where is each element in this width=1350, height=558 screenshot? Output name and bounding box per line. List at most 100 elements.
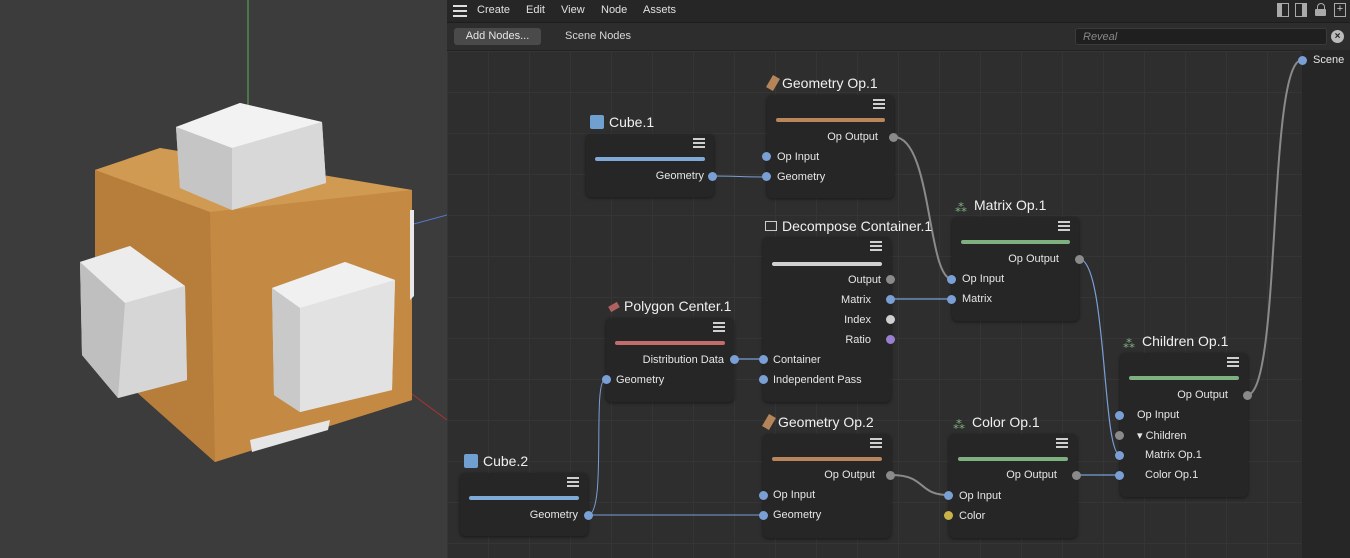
menu-assets[interactable]: Assets (643, 4, 676, 16)
geometry-op1-node[interactable]: Op Output Op Input Geometry (767, 95, 894, 198)
matrix-op-title: ⁂ Matrix Op.1 (955, 197, 1047, 215)
viewport-3d[interactable] (0, 0, 447, 558)
reveal-search-input[interactable]: Reveal (1075, 28, 1327, 45)
toolbar: Add Nodes... Scene Nodes Reveal × (447, 23, 1350, 51)
port-distribution-data: Distribution Data (642, 354, 724, 366)
port-dot[interactable] (944, 491, 953, 500)
port-dot[interactable] (759, 511, 768, 520)
port-dot[interactable] (759, 375, 768, 384)
color-icon: ⁂ (953, 418, 965, 432)
node-menu-icon[interactable] (1058, 221, 1070, 232)
scene-nodes-tab[interactable]: Scene Nodes (565, 30, 631, 42)
cube1-node[interactable]: Geometry (586, 134, 714, 197)
node-menu-icon[interactable] (870, 438, 882, 449)
port-dot[interactable] (584, 511, 593, 520)
port-matrix: Matrix (841, 294, 871, 306)
lock-icon[interactable] (1315, 3, 1327, 17)
menu-node[interactable]: Node (601, 4, 627, 16)
port-dot[interactable] (762, 152, 771, 161)
node-editor[interactable]: Create Edit View Node Assets + Add Nodes… (447, 0, 1350, 558)
node-menu-icon[interactable] (567, 477, 579, 488)
port-dot[interactable] (886, 335, 895, 344)
port-dot[interactable] (1115, 451, 1124, 460)
port-matrix-op: Matrix Op.1 (1145, 449, 1202, 461)
scene-input-dot[interactable] (1298, 56, 1307, 65)
viewport-scene (80, 0, 447, 462)
menu-view[interactable]: View (561, 4, 585, 16)
port-geometry-out: Geometry (529, 509, 578, 521)
port-dot[interactable] (886, 471, 895, 480)
brush-icon (762, 413, 776, 431)
node-menu-icon[interactable] (1056, 438, 1068, 449)
z-axis (409, 214, 447, 226)
port-dot[interactable] (730, 355, 739, 364)
layout-left-icon[interactable] (1277, 3, 1289, 17)
color-op-title: ⁂ Color Op.1 (953, 414, 1040, 432)
port-independent-pass: Independent Pass (773, 374, 862, 386)
port-dot[interactable] (759, 491, 768, 500)
color-op-node[interactable]: Op Output Op Input Color (949, 434, 1077, 538)
port-geometry-out: Geometry (655, 170, 704, 182)
port-color-op: Color Op.1 (1145, 469, 1199, 481)
port-dot[interactable] (759, 355, 768, 364)
port-op-output: Op Output (1177, 389, 1228, 401)
port-op-input: Op Input (777, 151, 820, 163)
node-menu-icon[interactable] (713, 322, 725, 333)
port-dot[interactable] (944, 511, 953, 520)
port-dot[interactable] (1243, 391, 1252, 400)
port-dot[interactable] (602, 375, 611, 384)
decompose-container-node[interactable]: Output Matrix Index Ratio Container Inde… (763, 237, 891, 402)
node-menu-icon[interactable] (1227, 357, 1239, 368)
clear-search-icon[interactable]: × (1331, 30, 1344, 43)
port-dot[interactable] (1115, 411, 1124, 420)
port-dot[interactable] (947, 295, 956, 304)
scene-output-strip (1302, 50, 1350, 558)
scene-label: Scene (1313, 54, 1345, 66)
menu-create[interactable]: Create (477, 4, 510, 16)
new-panel-icon[interactable]: + (1334, 3, 1346, 17)
add-nodes-button[interactable]: Add Nodes... (454, 28, 541, 45)
menu-edit[interactable]: Edit (526, 4, 545, 16)
matrix-icon: ⁂ (955, 201, 967, 215)
node-menu-icon[interactable] (870, 241, 882, 252)
port-output: Output (847, 274, 881, 286)
port-op-input: Op Input (959, 490, 1002, 502)
cube2-node[interactable]: Geometry (460, 473, 588, 536)
port-dot[interactable] (947, 275, 956, 284)
decompose-title: Decompose Container.1 (765, 218, 932, 234)
cube-icon (464, 454, 478, 468)
children-icon: ⁂ (1123, 337, 1135, 351)
children-op-node[interactable]: Op Output Op Input ▾ Children Matrix Op.… (1120, 353, 1248, 497)
port-dot[interactable] (886, 315, 895, 324)
port-dot[interactable] (886, 275, 895, 284)
geometry-op2-node[interactable]: Op Output Op Input Geometry (763, 434, 891, 538)
hamburger-icon[interactable] (453, 5, 467, 17)
polygon-center-title: Polygon Center.1 (608, 298, 731, 314)
node-menu-icon[interactable] (693, 138, 705, 149)
cube-icon (590, 115, 604, 129)
port-op-output: Op Output (1008, 253, 1059, 265)
port-op-input: Op Input (962, 273, 1005, 285)
port-dot[interactable] (1075, 255, 1084, 264)
port-dot[interactable] (886, 295, 895, 304)
node-menu-icon[interactable] (873, 99, 885, 110)
matrix-op-node[interactable]: Op Output Op Input Matrix (952, 217, 1079, 321)
port-dot[interactable] (1115, 471, 1124, 480)
port-dot[interactable] (762, 172, 771, 181)
menu-bar: Create Edit View Node Assets + (447, 0, 1350, 23)
port-matrix: Matrix (962, 293, 992, 305)
geo-op1-title: Geometry Op.1 (766, 74, 878, 92)
port-color: Color (959, 510, 986, 522)
port-ratio: Ratio (845, 334, 871, 346)
port-dot[interactable] (1072, 471, 1081, 480)
port-dot[interactable] (889, 133, 898, 142)
polygon-icon (608, 301, 620, 313)
port-dot[interactable] (708, 172, 717, 181)
port-dot[interactable] (1115, 431, 1124, 440)
polygon-center-node[interactable]: Distribution Data Geometry (606, 318, 734, 402)
port-index: Index (844, 314, 871, 326)
port-op-output: Op Output (827, 131, 878, 143)
layout-right-icon[interactable] (1295, 3, 1307, 17)
port-op-output: Op Output (1006, 469, 1057, 481)
geo-op2-title: Geometry Op.2 (762, 413, 874, 431)
